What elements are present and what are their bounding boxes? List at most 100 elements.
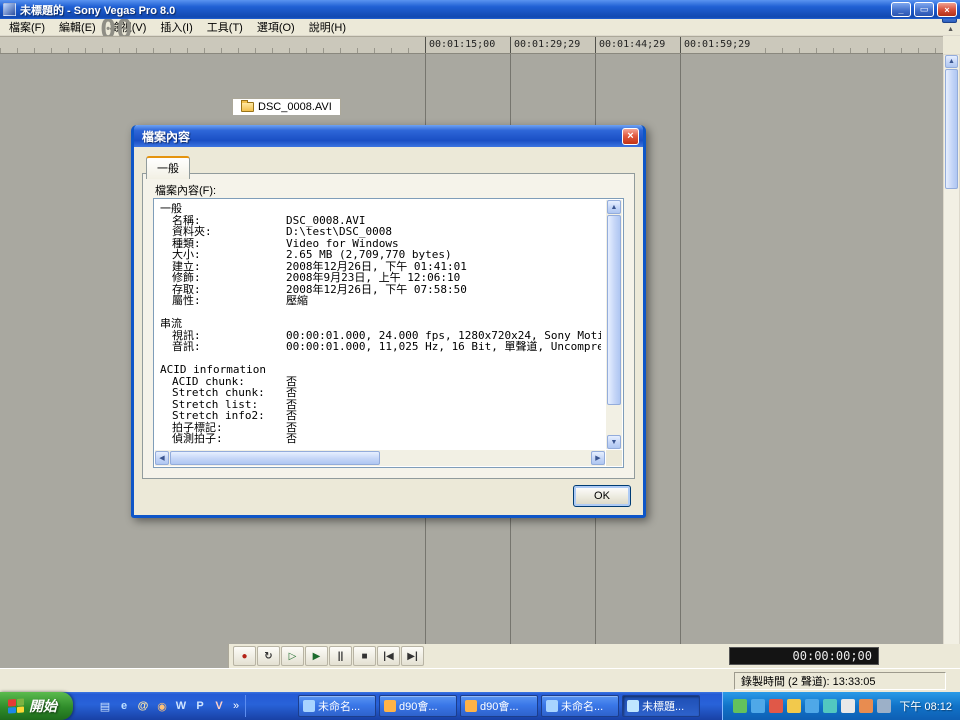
taskbar-task-button[interactable]: d90會...	[460, 695, 538, 717]
property-label: Stretch info2:	[160, 410, 286, 422]
media-file-icon	[241, 102, 254, 112]
property-label: 音訊:	[160, 341, 286, 353]
dialog-tab-page: 檔案內容(F): 一般 名稱: DSC_0008.AVI 資料夾:	[142, 173, 635, 479]
menu-item[interactable]: 插入(I)	[153, 18, 199, 36]
ie-icon[interactable]: e	[115, 697, 133, 715]
menu-item[interactable]: 選項(O)	[250, 18, 302, 36]
go-to-start-button[interactable]: |◀	[377, 646, 400, 666]
menu-item[interactable]: 檔案(F)	[2, 18, 52, 36]
dialog-close-button[interactable]: ×	[622, 128, 639, 145]
outlook-icon[interactable]: @	[134, 697, 152, 715]
task-label: d90會...	[399, 698, 438, 714]
ruler-mark: 00:01:15;00	[425, 37, 495, 53]
transport-glyph: ↻	[264, 651, 272, 662]
go-to-end-button[interactable]: ▶|	[401, 646, 424, 666]
dialog-titlebar[interactable]: 檔案內容 ×	[134, 125, 643, 147]
transport-glyph: ▶|	[407, 651, 418, 662]
dialog-vertical-scrollbar[interactable]	[606, 200, 622, 449]
property-value: 壓縮	[286, 295, 308, 307]
scroll-up-icon[interactable]	[607, 200, 621, 214]
ruler-mark-label: 00:01:59;29	[684, 39, 750, 50]
tray-icon[interactable]	[877, 699, 891, 713]
scrollbar-thumb[interactable]	[945, 69, 958, 189]
tray-icon[interactable]	[787, 699, 801, 713]
tray-icon[interactable]	[733, 699, 747, 713]
word-icon[interactable]: W	[172, 697, 190, 715]
ruler-mark: 00:01:44;29	[595, 37, 665, 53]
scroll-up-icon[interactable]: ▲	[947, 26, 954, 33]
scroll-left-icon[interactable]	[155, 451, 169, 465]
dialog-horizontal-scrollbar[interactable]	[155, 450, 605, 466]
scroll-down-icon[interactable]	[607, 435, 621, 449]
properties-line: 音訊: 00:00:01.000, 11,025 Hz, 16 Bit, 單聲道…	[160, 341, 601, 353]
record-button[interactable]: ●	[233, 646, 256, 666]
taskbar-task-button[interactable]: 未命名...	[298, 695, 376, 717]
taskbar-tasks: 未命名... d90會... d90會... 未命名... 未標題...	[298, 695, 700, 717]
window-titlebar[interactable]: 未標題的 - Sony Vegas Pro 8.0 _▭×	[0, 0, 960, 19]
photoshop-icon[interactable]: P	[191, 697, 209, 715]
properties-line: 串流	[160, 318, 601, 330]
tray-icon[interactable]	[751, 699, 765, 713]
timeline-ruler[interactable]: 00:01:15;00 00:01:29;29 00:01:44;29 00:01:5…	[0, 36, 943, 54]
timeline-vertical-scrollbar[interactable]	[943, 54, 960, 704]
close-button[interactable]: ×	[937, 2, 957, 17]
task-label: d90會...	[480, 698, 519, 714]
ruler-mark-label: 00:01:44;29	[599, 39, 665, 50]
menu-bar: 檔案(F)編輯(E)檢視(V)插入(I)工具(T)選項(O)說明(H)	[0, 19, 960, 36]
show-desktop-icon[interactable]: ▤	[96, 697, 114, 715]
restore-button[interactable]: ▭	[914, 2, 934, 17]
taskbar-task-button[interactable]: 未命名...	[541, 695, 619, 717]
ok-button[interactable]: OK	[573, 485, 631, 507]
menu-item[interactable]: 工具(T)	[200, 18, 250, 36]
dialog-tab-general[interactable]: 一般	[146, 156, 190, 179]
vegas-app-icon	[3, 3, 16, 16]
pause-button[interactable]: ||	[329, 646, 352, 666]
taskbar: 開始 ▤e@◉WPV » 未命名... d90會... d90會...	[0, 692, 960, 720]
properties-line	[160, 307, 601, 319]
property-label: 資料夾:	[160, 226, 286, 238]
transport-glyph: ■	[361, 651, 367, 662]
taskbar-clock[interactable]: 下午 08:12	[899, 698, 952, 714]
properties-line: 拍子標記: 否	[160, 422, 601, 434]
scroll-right-icon[interactable]	[591, 451, 605, 465]
taskbar-task-button[interactable]: 未標題...	[622, 695, 700, 717]
tray-icon[interactable]	[769, 699, 783, 713]
loop-playback-button[interactable]: ↻	[257, 646, 280, 666]
scrollbar-thumb[interactable]	[607, 215, 621, 405]
menu-item[interactable]: 編輯(E)	[52, 18, 103, 36]
record-time-status: 錄製時間 (2 聲道): 13:33:05	[734, 672, 946, 690]
taskbar-task-button[interactable]: d90會...	[379, 695, 457, 717]
vegas-icon[interactable]: V	[210, 697, 228, 715]
property-value: 2008年12月26日, 下午 07:58:50	[286, 284, 467, 296]
ruler-mark: 00:01:29;29	[510, 37, 580, 53]
play-button[interactable]: ▶	[305, 646, 328, 666]
properties-line: 修飾: 2008年9月23日, 上午 12:06:10	[160, 272, 601, 284]
stop-button[interactable]: ■	[353, 646, 376, 666]
scroll-up-icon[interactable]	[945, 55, 958, 68]
task-app-icon	[546, 700, 558, 712]
flag-cell	[8, 699, 16, 706]
media-file-tab[interactable]: DSC_0008.AVI	[232, 98, 341, 115]
tray-icon[interactable]	[805, 699, 819, 713]
minimize-button[interactable]: _	[891, 2, 911, 17]
tray-icon[interactable]	[823, 699, 837, 713]
menu-item[interactable]: 說明(H)	[302, 18, 353, 36]
media-player-icon[interactable]: ◉	[153, 697, 171, 715]
flag-cell	[17, 706, 25, 713]
property-value: 2.65 MB (2,709,770 bytes)	[286, 249, 452, 261]
properties-line: ACID information	[160, 364, 601, 376]
quick-launch-overflow-icon[interactable]: »	[231, 700, 241, 712]
transport-timecode[interactable]: 00:00:00;00	[729, 647, 879, 665]
file-properties-box[interactable]: 一般 名稱: DSC_0008.AVI 資料夾: D:\test\DSC_000…	[153, 198, 624, 468]
window-title: 未標題的 - Sony Vegas Pro 8.0	[20, 2, 889, 18]
tray-icon[interactable]	[859, 699, 873, 713]
tray-icon[interactable]	[841, 699, 855, 713]
start-button[interactable]: 開始	[0, 692, 73, 720]
ruler-mark: 00:01:59;29	[680, 37, 750, 53]
property-value: D:\test\DSC_0008	[286, 226, 392, 238]
property-value: 否	[286, 433, 297, 445]
media-file-tab-label: DSC_0008.AVI	[258, 101, 332, 113]
play-from-start-button[interactable]: ▷	[281, 646, 304, 666]
scrollbar-thumb[interactable]	[170, 451, 380, 465]
property-value: 2008年9月23日, 上午 12:06:10	[286, 272, 460, 284]
